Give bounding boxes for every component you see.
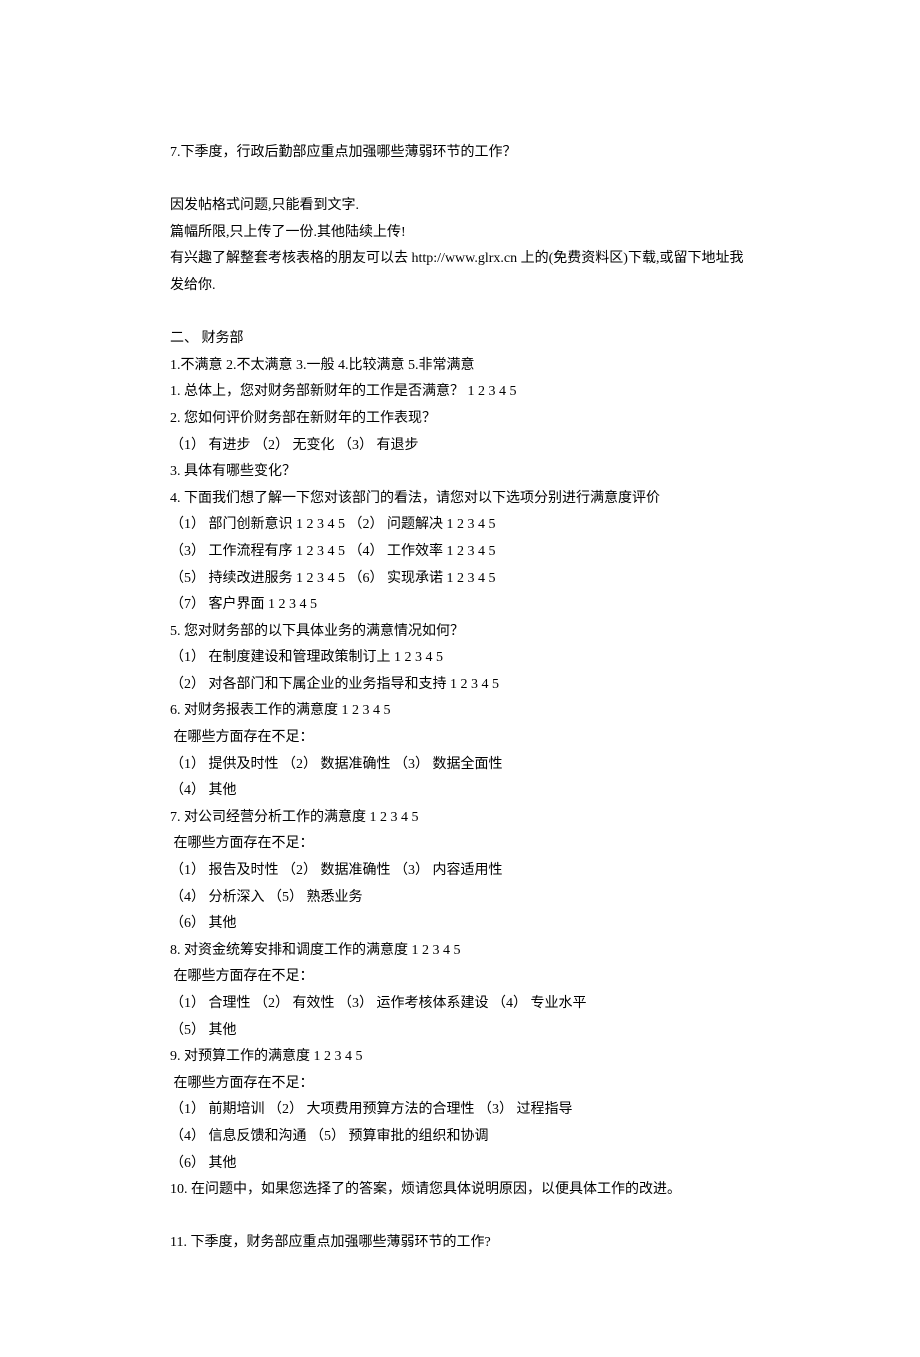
text-line: （1） 报告及时性 （2） 数据准确性 （3） 内容适用性 xyxy=(170,858,750,885)
text-line: （6） 其他 xyxy=(170,1151,750,1178)
text-line: （1） 在制度建设和管理政策制订上 1 2 3 4 5 xyxy=(170,645,750,672)
text-line: 2. 您如何评价财务部在新财年的工作表现？ xyxy=(170,406,750,433)
text-line: （3） 工作流程有序 1 2 3 4 5 （4） 工作效率 1 2 3 4 5 xyxy=(170,539,750,566)
text-line: 在哪些方面存在不足： xyxy=(170,831,750,858)
text-line: （5） 持续改进服务 1 2 3 4 5 （6） 实现承诺 1 2 3 4 5 xyxy=(170,566,750,593)
text-line: 有兴趣了解整套考核表格的朋友可以去 http://www.glrx.cn 上的(… xyxy=(170,246,750,299)
text-line: 在哪些方面存在不足： xyxy=(170,1071,750,1098)
text-line: （1） 前期培训 （2） 大项费用预算方法的合理性 （3） 过程指导 xyxy=(170,1097,750,1124)
text-line xyxy=(170,167,750,194)
text-line: （4） 信息反馈和沟通 （5） 预算审批的组织和协调 xyxy=(170,1124,750,1151)
text-line: （5） 其他 xyxy=(170,1018,750,1045)
text-line: 6. 对财务报表工作的满意度 1 2 3 4 5 xyxy=(170,698,750,725)
text-line: 二、 财务部 xyxy=(170,326,750,353)
text-line: （1） 合理性 （2） 有效性 （3） 运作考核体系建设 （4） 专业水平 xyxy=(170,991,750,1018)
text-line xyxy=(170,300,750,327)
text-line: 3. 具体有哪些变化？ xyxy=(170,459,750,486)
text-line: 10. 在问题中，如果您选择了的答案，烦请您具体说明原因，以便具体工作的改进。 xyxy=(170,1177,750,1204)
text-line: 9. 对预算工作的满意度 1 2 3 4 5 xyxy=(170,1044,750,1071)
text-line: 7.下季度，行政后勤部应重点加强哪些薄弱环节的工作？ xyxy=(170,140,750,167)
text-line: 8. 对资金统筹安排和调度工作的满意度 1 2 3 4 5 xyxy=(170,938,750,965)
text-line: （2） 对各部门和下属企业的业务指导和支持 1 2 3 4 5 xyxy=(170,672,750,699)
text-line: （1） 部门创新意识 1 2 3 4 5 （2） 问题解决 1 2 3 4 5 xyxy=(170,512,750,539)
text-line: （1） 有进步 （2） 无变化 （3） 有退步 xyxy=(170,433,750,460)
text-line: （4） 其他 xyxy=(170,778,750,805)
text-line: （4） 分析深入 （5） 熟悉业务 xyxy=(170,885,750,912)
text-line: 篇幅所限,只上传了一份.其他陆续上传! xyxy=(170,220,750,247)
text-line: 因发帖格式问题,只能看到文字. xyxy=(170,193,750,220)
text-line xyxy=(170,1204,750,1231)
text-line: 1. 总体上，您对财务部新财年的工作是否满意？ 1 2 3 4 5 xyxy=(170,379,750,406)
text-line: 在哪些方面存在不足： xyxy=(170,725,750,752)
text-line: 5. 您对财务部的以下具体业务的满意情况如何？ xyxy=(170,619,750,646)
text-line: 11. 下季度，财务部应重点加强哪些薄弱环节的工作? xyxy=(170,1230,750,1257)
text-line: （6） 其他 xyxy=(170,911,750,938)
text-line: 1.不满意 2.不太满意 3.一般 4.比较满意 5.非常满意 xyxy=(170,353,750,380)
text-line: 4. 下面我们想了解一下您对该部门的看法，请您对以下选项分别进行满意度评价 xyxy=(170,486,750,513)
text-line: （7） 客户界面 1 2 3 4 5 xyxy=(170,592,750,619)
text-line: （1） 提供及时性 （2） 数据准确性 （3） 数据全面性 xyxy=(170,752,750,779)
text-line: 在哪些方面存在不足： xyxy=(170,964,750,991)
text-line: 7. 对公司经营分析工作的满意度 1 2 3 4 5 xyxy=(170,805,750,832)
document-body: 7.下季度，行政后勤部应重点加强哪些薄弱环节的工作？ 因发帖格式问题,只能看到文… xyxy=(170,140,750,1257)
